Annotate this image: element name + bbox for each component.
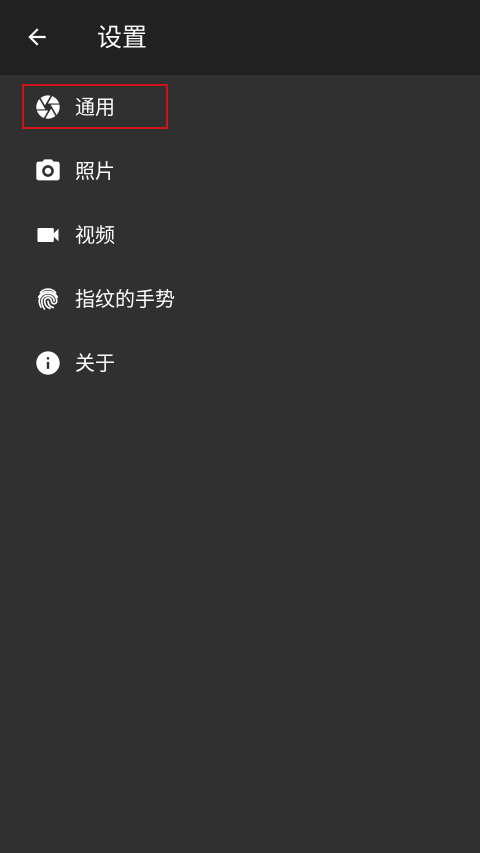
settings-item-label: 通用 <box>75 95 115 119</box>
settings-item-general[interactable]: 通用 <box>0 75 480 139</box>
settings-item-label: 指纹的手势 <box>75 287 175 311</box>
fingerprint-icon <box>34 285 62 313</box>
settings-item-photos[interactable]: 照片 <box>0 139 480 203</box>
info-icon <box>34 349 62 377</box>
page-title: 设置 <box>97 23 148 52</box>
camera-icon <box>34 157 62 185</box>
arrow-back-icon <box>28 28 46 46</box>
settings-screen: 设置 通用 照片 视频 指纹的手势 关于 <box>0 0 480 853</box>
settings-item-label: 视频 <box>75 223 115 247</box>
aperture-icon <box>34 93 62 121</box>
settings-list: 通用 照片 视频 指纹的手势 关于 <box>0 75 480 395</box>
videocam-icon <box>34 221 62 249</box>
settings-item-video[interactable]: 视频 <box>0 203 480 267</box>
settings-item-label: 关于 <box>75 351 115 375</box>
settings-item-about[interactable]: 关于 <box>0 331 480 395</box>
back-button[interactable] <box>20 20 54 54</box>
settings-item-label: 照片 <box>75 159 115 183</box>
app-bar: 设置 <box>0 0 480 75</box>
settings-item-fingerprint-gestures[interactable]: 指纹的手势 <box>0 267 480 331</box>
